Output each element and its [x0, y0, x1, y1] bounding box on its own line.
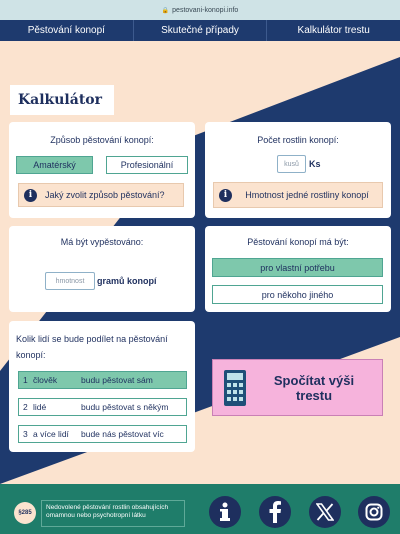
x-icon[interactable]	[309, 496, 341, 528]
grown-title: Má být vypěstováno:	[60, 237, 144, 247]
facebook-icon[interactable]	[259, 496, 291, 528]
people-card: Kolik lidí se bude podílet na pěstování …	[9, 321, 195, 452]
footer-disclaimer: Nedovolené pěstování rostlin obsahujícíc…	[41, 500, 185, 527]
method-professional-button[interactable]: Profesionální	[106, 156, 188, 174]
plants-count-input[interactable]: kusů	[277, 155, 306, 173]
plants-unit: Ks	[309, 159, 321, 169]
tab-kalkulator[interactable]: Kalkulátor trestu	[267, 20, 400, 41]
people-row-num: 2	[23, 402, 28, 412]
method-title: Způsob pěstování konopí:	[50, 135, 154, 145]
tab-pestovani[interactable]: Pěstování konopí	[0, 20, 134, 41]
weight-input[interactable]: hmotnost	[45, 272, 95, 290]
grown-unit: gramů konopí	[97, 276, 157, 286]
plants-title: Počet rostlin konopí:	[257, 135, 339, 145]
info-icon[interactable]	[209, 496, 241, 528]
people-row-num: 1	[23, 375, 28, 385]
plant-weight-help-label: Hmotnost jedné rostliny konopí	[245, 189, 369, 200]
people-row-who: člověk	[33, 375, 58, 385]
plant-weight-help-button[interactable]: i Hmotnost jedné rostliny konopí	[213, 182, 383, 208]
instagram-icon[interactable]	[358, 496, 390, 528]
site-logo[interactable]: §285	[14, 502, 36, 524]
method-amateur-button[interactable]: Amatérský	[16, 156, 93, 174]
method-help-button[interactable]: i Jaký zvolit způsob pěstování?	[18, 183, 184, 207]
url-bar[interactable]: 🔒 pestovani-konopi.info	[0, 0, 400, 20]
lock-icon: 🔒	[161, 7, 170, 14]
people-row-who: lidé	[33, 402, 47, 412]
people-row-desc: bude nás pěstovat víc	[81, 429, 164, 439]
people-row-1[interactable]: 1 člověk budu pěstovat sám	[18, 371, 187, 389]
method-card: Způsob pěstování konopí: Amatérský Profe…	[9, 122, 195, 218]
footer: §285 Nedovolené pěstování rostlin obsahu…	[0, 484, 400, 534]
people-title: Kolik lidí se bude podílet na pěstování …	[16, 334, 168, 360]
calculator-icon	[224, 369, 246, 406]
people-row-desc: budu pěstovat s někým	[81, 402, 169, 412]
people-row-num: 3	[23, 429, 28, 439]
grown-card: Má být vypěstováno: hmotnost gramů konop…	[9, 226, 195, 312]
url-text: pestovani-konopi.info	[172, 6, 239, 14]
method-help-label: Jaký zvolit způsob pěstování?	[45, 190, 165, 200]
calculate-button[interactable]: Spočítat výši trestu	[212, 359, 383, 416]
page-title: Kalkulátor	[10, 85, 114, 115]
purpose-card: Pěstování konopí má být: pro vlastní pot…	[205, 226, 391, 312]
tab-pripady[interactable]: Skutečné případy	[134, 20, 268, 41]
purpose-title: Pěstování konopí má být:	[247, 237, 349, 247]
people-row-who: a více lidí	[33, 429, 69, 439]
main-nav: Pěstování konopí Skutečné případy Kalkul…	[0, 20, 400, 41]
plants-card: Počet rostlin konopí: kusů Ks i Hmotnost…	[205, 122, 391, 218]
info-icon: i	[219, 188, 232, 202]
purpose-own-button[interactable]: pro vlastní potřebu	[212, 258, 383, 277]
purpose-other-button[interactable]: pro někoho jiného	[212, 285, 383, 304]
people-row-desc: budu pěstovat sám	[81, 375, 153, 385]
people-row-2[interactable]: 2 lidé budu pěstovat s někým	[18, 398, 187, 416]
people-row-3[interactable]: 3 a více lidí bude nás pěstovat víc	[18, 425, 187, 443]
calculate-label: Spočítat výši trestu	[273, 372, 355, 403]
info-icon: i	[24, 188, 37, 202]
